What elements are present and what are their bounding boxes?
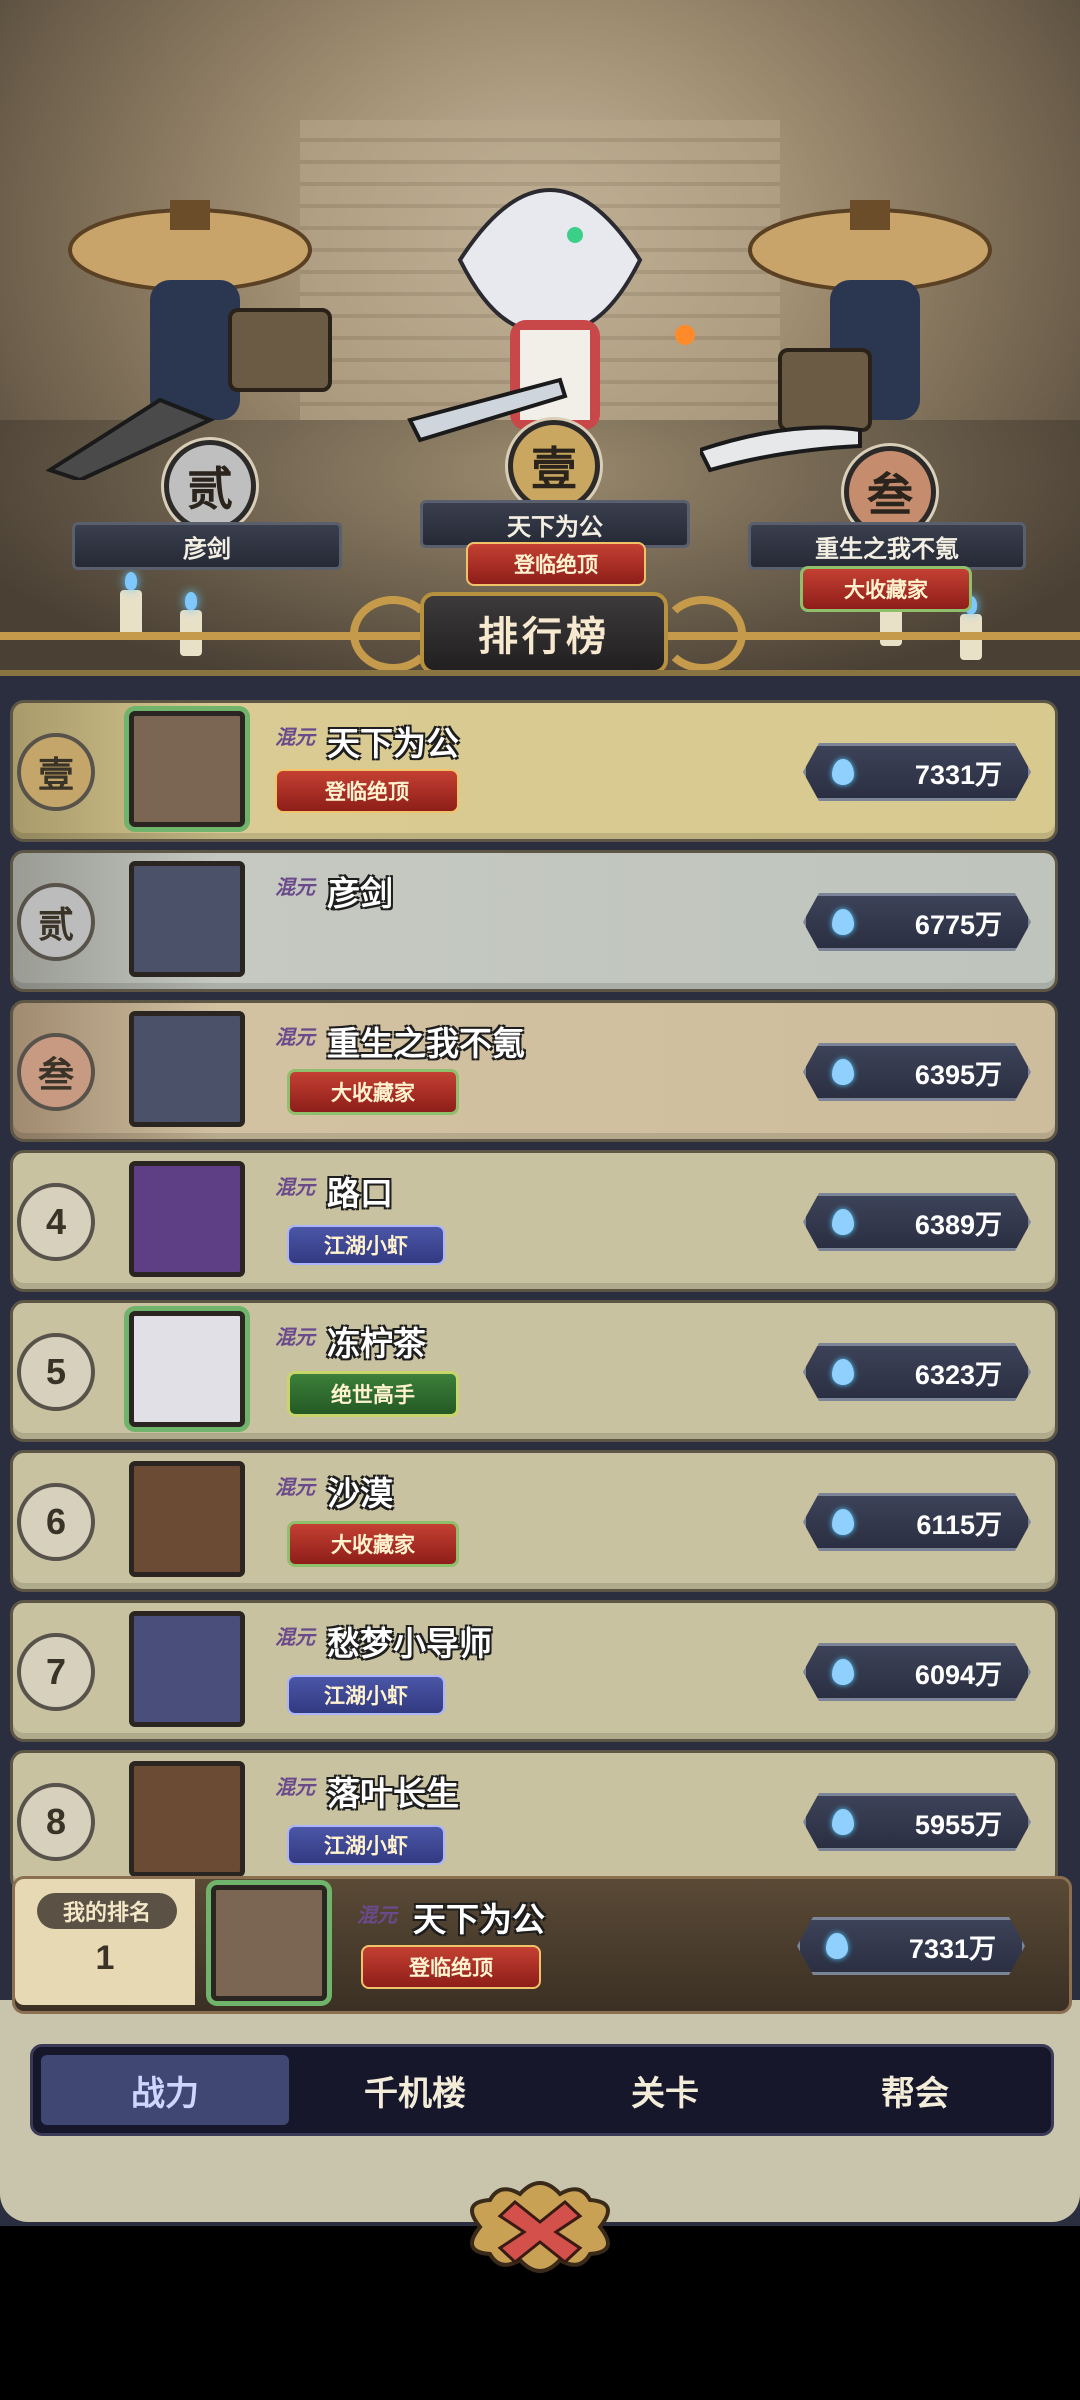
avatar[interactable] [129, 1311, 245, 1427]
my-avatar[interactable] [211, 1885, 327, 2001]
rank-number: 6 [17, 1483, 95, 1561]
rank-medal: 贰 [17, 883, 95, 961]
hun-yuan-tag: 混元 [275, 725, 315, 749]
title-badge: 大收藏家 [287, 1069, 459, 1115]
my-rank-number: 1 [95, 1939, 115, 1977]
hun-yuan-tag: 混元 [275, 1325, 315, 1349]
title-badge: 江湖小虾 [287, 1225, 445, 1265]
hun-yuan-tag: 混元 [275, 1775, 315, 1799]
hun-yuan-tag: 混元 [275, 1025, 315, 1049]
power-value-box: 6389万 [803, 1193, 1031, 1251]
leaderboard-row[interactable]: 7 混元 愁梦小导师 江湖小虾 6094万 [10, 1600, 1058, 1742]
power-value: 6395万 [914, 1059, 1002, 1090]
avatar[interactable] [129, 1011, 245, 1127]
flame-drop-icon [832, 1809, 854, 1835]
power-value: 5955万 [914, 1809, 1002, 1840]
power-value: 6094万 [914, 1659, 1002, 1690]
power-value-box: 5955万 [803, 1793, 1031, 1851]
hun-yuan-tag: 混元 [275, 1175, 315, 1199]
power-value-box: 6094万 [803, 1643, 1031, 1701]
my-power-value: 7331万 [908, 1933, 996, 1964]
rank-medal: 壹 [17, 733, 95, 811]
leaderboard-row[interactable]: 5 混元 冻柠茶 绝世高手 6323万 [10, 1300, 1058, 1442]
leaderboard-row[interactable]: 贰 混元 彦剑 6775万 [10, 850, 1058, 992]
scroll-ornament-right [660, 596, 746, 672]
my-title-badge: 登临绝顶 [361, 1945, 541, 1989]
power-value: 6115万 [916, 1509, 1002, 1540]
rank-medal: 叁 [17, 1033, 95, 1111]
my-player-name: 天下为公 [413, 1901, 545, 1938]
rank2-name-plaque: 彦剑 [72, 522, 342, 570]
avatar[interactable] [129, 861, 245, 977]
avatar[interactable] [129, 711, 245, 827]
power-value-box: 6775万 [803, 893, 1031, 951]
player-name: 路口 [327, 1175, 393, 1212]
player-name: 落叶长生 [327, 1775, 459, 1812]
flame-drop-icon [832, 1059, 854, 1085]
title-badge: 江湖小虾 [287, 1675, 445, 1715]
rank-number: 7 [17, 1633, 95, 1711]
player-name: 沙漠 [327, 1475, 393, 1512]
rank-number: 8 [17, 1783, 95, 1861]
avatar[interactable] [129, 1161, 245, 1277]
hun-yuan-tag: 混元 [275, 1625, 315, 1649]
avatar[interactable] [129, 1461, 245, 1577]
rank1-name-plaque: 天下为公 [420, 500, 690, 548]
title-badge: 绝世高手 [287, 1371, 459, 1417]
my-rank-label: 我的排名 [37, 1893, 177, 1929]
avatar[interactable] [129, 1611, 245, 1727]
rank2-medal: 贰 [164, 440, 256, 532]
flame-drop-icon [832, 1209, 854, 1235]
player-name: 天下为公 [327, 725, 459, 762]
rank3-name-plaque: 重生之我不氪 [748, 522, 1026, 570]
flame-drop-icon [826, 1933, 848, 1959]
hero-rank2-figure[interactable] [40, 190, 340, 480]
flame-drop-icon [832, 1659, 854, 1685]
flame-drop-icon [832, 1359, 854, 1385]
power-value: 6389万 [914, 1209, 1002, 1240]
close-icon[interactable] [460, 2172, 620, 2282]
my-power-value-box: 7331万 [797, 1917, 1025, 1975]
leaderboard-row[interactable]: 8 混元 落叶长生 江湖小虾 5955万 [10, 1750, 1058, 1892]
leaderboard-row[interactable]: 4 混元 路口 江湖小虾 6389万 [10, 1150, 1058, 1292]
my-rank-box: 我的排名 1 [15, 1879, 195, 2005]
power-value-box: 7331万 [803, 743, 1031, 801]
category-tab-bar: 战力 千机楼 关卡 帮会 [30, 2044, 1054, 2136]
player-name: 冻柠茶 [327, 1325, 426, 1362]
podium-stage: 贰 彦剑 壹 天下为公 登临绝顶 叁 重生之我不氪 大收藏家 [0, 0, 1080, 680]
tab-qianjilou[interactable]: 千机楼 [291, 2055, 539, 2125]
power-value: 6775万 [914, 909, 1002, 940]
page-title: 排行榜 [420, 592, 668, 674]
power-value-box: 6115万 [803, 1493, 1031, 1551]
title-badge: 大收藏家 [287, 1521, 459, 1567]
my-rank-bar[interactable]: 我的排名 1 混元 天下为公 登临绝顶 7331万 [12, 1876, 1072, 2014]
tab-power[interactable]: 战力 [41, 2055, 289, 2125]
power-value: 6323万 [914, 1359, 1002, 1390]
player-name: 重生之我不氪 [327, 1025, 525, 1062]
flame-drop-icon [832, 1509, 854, 1535]
rank1-title-badge: 登临绝顶 [466, 542, 646, 586]
flame-drop-icon [832, 759, 854, 785]
rank-number: 5 [17, 1333, 95, 1411]
hero-rank3-figure[interactable] [700, 190, 1020, 480]
power-value-box: 6395万 [803, 1043, 1031, 1101]
tab-stages[interactable]: 关卡 [541, 2055, 789, 2125]
leaderboard-row[interactable]: 6 混元 沙漠 大收藏家 6115万 [10, 1450, 1058, 1592]
power-value: 7331万 [914, 759, 1002, 790]
power-value-box: 6323万 [803, 1343, 1031, 1401]
rank-number: 4 [17, 1183, 95, 1261]
player-name: 彦剑 [327, 875, 393, 912]
leaderboard-row[interactable]: 壹 混元 天下为公 登临绝顶 7331万 [10, 700, 1058, 842]
rank1-medal: 壹 [508, 420, 600, 512]
player-name: 愁梦小导师 [327, 1625, 492, 1662]
hun-yuan-tag: 混元 [357, 1903, 397, 1927]
leaderboard-row[interactable]: 叁 混元 重生之我不氪 大收藏家 6395万 [10, 1000, 1058, 1142]
tab-guild[interactable]: 帮会 [791, 2055, 1039, 2125]
avatar[interactable] [129, 1761, 245, 1877]
hun-yuan-tag: 混元 [275, 1475, 315, 1499]
title-badge: 登临绝顶 [275, 769, 459, 813]
title-badge: 江湖小虾 [287, 1825, 445, 1865]
flame-drop-icon [832, 909, 854, 935]
hun-yuan-tag: 混元 [275, 875, 315, 899]
